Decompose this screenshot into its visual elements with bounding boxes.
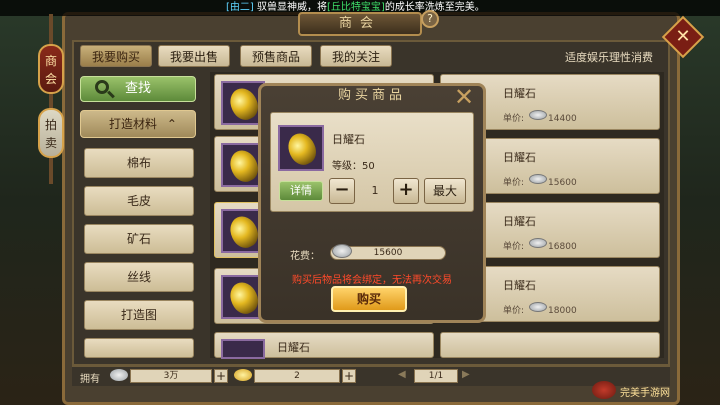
category-crafting-materials[interactable]: 打造材料 ⌃ <box>80 110 196 138</box>
item-name: 日耀石 <box>503 151 536 164</box>
dialog-item-level: 等级：50 <box>332 161 375 172</box>
quantity-field[interactable]: 1 <box>360 181 390 201</box>
tab-sell[interactable]: 我要出售 <box>158 45 230 67</box>
tab-presale[interactable]: 预售商品 <box>240 45 312 67</box>
buy-button[interactable]: 购买 <box>331 286 407 312</box>
sun-stone-icon <box>283 129 321 169</box>
dialog-close-icon[interactable]: ✕ <box>452 85 476 110</box>
increase-quantity-button[interactable]: + <box>393 178 419 204</box>
search-button[interactable]: 查找 <box>80 76 196 102</box>
moderation-hint: 适度娱乐理性消费 <box>565 51 653 64</box>
side-tab-auction[interactable]: 拍卖 <box>38 108 64 158</box>
subcategory-ore[interactable]: 矿石 <box>84 224 194 254</box>
subcategory-cloth[interactable]: 棉布 <box>84 148 194 178</box>
page-indicator: 1/1 <box>414 369 458 383</box>
decrease-quantity-button[interactable]: − <box>329 178 355 204</box>
list-item[interactable] <box>440 332 660 358</box>
announcement-channel: [由二] <box>226 2 254 13</box>
prev-page-icon[interactable]: ◀ <box>398 369 406 380</box>
item-name: 日耀石 <box>503 87 536 100</box>
currency-bar: 拥有 3万 + 2 + ◀ 1/1 ▶ <box>72 366 670 386</box>
sun-stone-icon <box>225 84 263 124</box>
subcategory-partial[interactable] <box>84 338 194 358</box>
close-icon: ✕ <box>675 26 691 47</box>
side-tab-rail <box>49 14 53 184</box>
gold-icon <box>234 369 252 381</box>
item-price: 单价: 16800 <box>503 242 577 252</box>
add-gold-button[interactable]: + <box>342 369 356 383</box>
silver-coin-icon <box>332 244 352 258</box>
item-name: 日耀石 <box>503 215 536 228</box>
window-title: 商会 <box>298 12 422 36</box>
subcategory-silk[interactable]: 丝线 <box>84 262 194 292</box>
watermark-text: 完美手游网 <box>620 388 670 399</box>
dialog-item-icon <box>278 125 324 171</box>
sun-stone-icon <box>225 278 263 318</box>
silver-amount: 3万 <box>130 369 212 383</box>
own-label: 拥有 <box>80 374 100 385</box>
add-silver-button[interactable]: + <box>214 369 228 383</box>
list-item[interactable]: 日耀石 <box>214 332 434 359</box>
tab-watchlist[interactable]: 我的关注 <box>320 45 392 67</box>
sun-stone-icon <box>225 212 263 252</box>
dialog-item-name: 日耀石 <box>332 133 365 146</box>
max-quantity-button[interactable]: 最大 <box>424 178 466 204</box>
item-price: 单价: 18000 <box>503 306 577 316</box>
item-icon <box>221 339 265 359</box>
cost-label: 花费： <box>290 251 320 262</box>
search-label: 查找 <box>125 81 152 96</box>
item-name: 日耀石 <box>277 341 310 354</box>
item-price: 单价: 15600 <box>503 178 577 188</box>
help-icon[interactable]: ? <box>421 10 439 28</box>
item-price: 单价: 14400 <box>503 114 577 124</box>
gold-amount: 2 <box>254 369 340 383</box>
detail-button[interactable]: 详情 <box>279 181 323 201</box>
subcategory-fur[interactable]: 毛皮 <box>84 186 194 216</box>
sun-stone-icon <box>225 146 263 186</box>
subcategory-blueprint[interactable]: 打造图 <box>84 300 194 330</box>
dialog-title: 购买商品 <box>337 88 406 103</box>
search-icon <box>95 80 109 94</box>
watermark-logo-icon <box>592 381 616 399</box>
tab-buy[interactable]: 我要购买 <box>80 45 152 67</box>
side-tab-shop[interactable]: 商会 <box>38 44 64 94</box>
silver-icon <box>110 369 128 381</box>
chevron-up-icon: ⌃ <box>166 117 177 131</box>
category-label: 打造材料 <box>109 117 158 131</box>
next-page-icon[interactable]: ▶ <box>462 369 470 380</box>
item-name: 日耀石 <box>503 279 536 292</box>
bind-warning: 购买后物品将会绑定，无法再次交易 <box>292 275 452 286</box>
